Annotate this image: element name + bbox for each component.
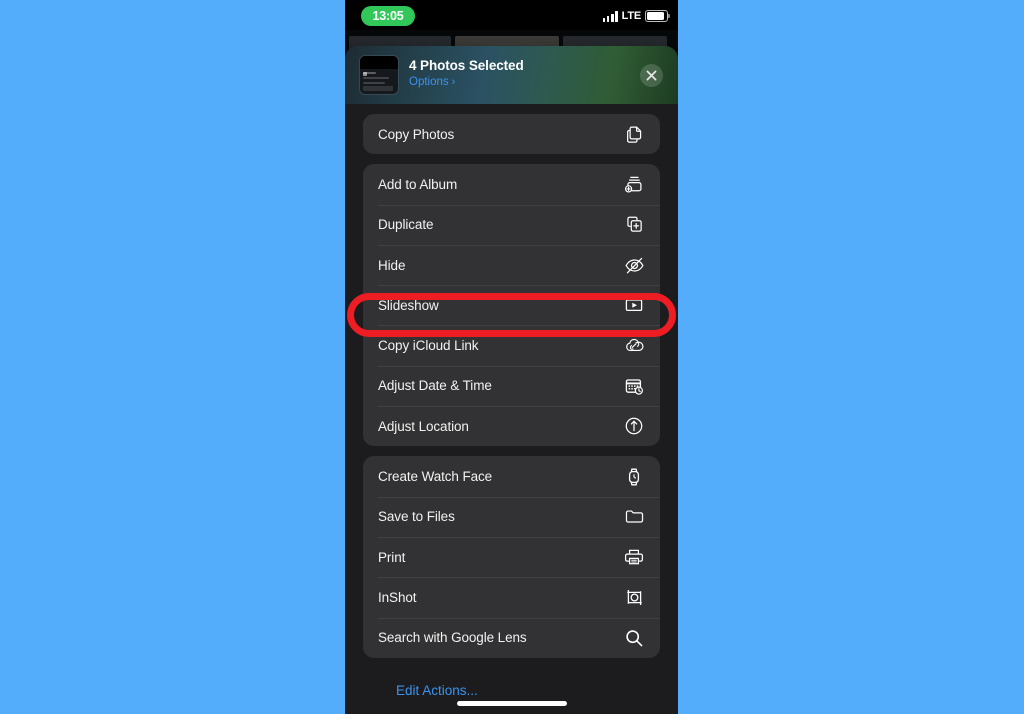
cellular-bars-icon: [602, 11, 618, 22]
action-row-duplicate[interactable]: Duplicate: [363, 204, 660, 245]
photo-thumbnail[interactable]: [360, 56, 398, 94]
action-row-copy-icloud-link[interactable]: Copy iCloud Link: [363, 325, 660, 365]
action-label: Hide: [378, 257, 406, 273]
calendar-clock-icon: [623, 375, 645, 397]
watch-icon: [623, 466, 645, 488]
phone-screen: 13:05 LTE 4 Photos Selected Options › Co…: [345, 0, 678, 714]
action-row-inshot[interactable]: InShot: [363, 577, 660, 617]
header-text-block: 4 Photos Selected Options ›: [409, 58, 524, 88]
close-icon: [646, 70, 657, 81]
status-indicators: LTE: [602, 8, 671, 24]
action-row-add-to-album[interactable]: Add to Album: [363, 164, 660, 204]
network-type-label: LTE: [621, 10, 642, 22]
action-row-adjust-date-time[interactable]: Adjust Date & Time: [363, 365, 660, 406]
action-label: Search with Google Lens: [378, 630, 527, 646]
duplicate-plus-icon: [623, 214, 645, 236]
action-row-adjust-location[interactable]: Adjust Location: [363, 406, 660, 446]
action-row-search-google-lens[interactable]: Search with Google Lens: [363, 617, 660, 658]
status-time-pill: 13:05: [361, 6, 415, 26]
magnifier-icon: [623, 627, 645, 649]
action-list: Copy Photos Add to Album Duplicate Hide …: [345, 104, 678, 700]
action-row-copy-photos[interactable]: Copy Photos: [363, 114, 660, 154]
action-row-slideshow[interactable]: Slideshow: [363, 285, 660, 325]
edit-actions-link[interactable]: Edit Actions...: [396, 683, 478, 698]
folder-icon: [623, 506, 645, 528]
close-button[interactable]: [640, 64, 663, 87]
cloud-link-icon: [623, 335, 645, 357]
share-sheet-header: 4 Photos Selected Options ›: [345, 46, 678, 104]
action-label: Copy Photos: [378, 126, 455, 142]
action-label: Slideshow: [378, 297, 439, 313]
action-label: Duplicate: [378, 217, 434, 233]
eye-slash-icon: [623, 254, 645, 276]
action-row-hide[interactable]: Hide: [363, 244, 660, 285]
action-group-apps: Create Watch Face Save to Files Print In…: [363, 456, 660, 658]
action-row-print[interactable]: Print: [363, 536, 660, 577]
battery-icon: [645, 10, 671, 22]
action-label: Create Watch Face: [378, 469, 493, 485]
action-row-save-to-files[interactable]: Save to Files: [363, 496, 660, 537]
action-label: Save to Files: [378, 509, 455, 525]
action-row-create-watch-face[interactable]: Create Watch Face: [363, 456, 660, 496]
share-sheet: 4 Photos Selected Options › Copy Photos: [345, 46, 678, 714]
action-label: Adjust Date & Time: [378, 378, 492, 394]
action-label: Print: [378, 549, 406, 565]
options-link[interactable]: Options ›: [409, 76, 524, 88]
options-label: Options: [409, 76, 449, 88]
action-label: Add to Album: [378, 176, 458, 192]
action-group-library: Add to Album Duplicate Hide Slideshow Co…: [363, 164, 660, 447]
home-indicator[interactable]: [456, 701, 567, 706]
play-rectangle-icon: [623, 294, 645, 316]
action-label: Adjust Location: [378, 418, 469, 434]
album-add-icon: [623, 173, 645, 195]
status-bar: 13:05 LTE: [345, 0, 678, 30]
chevron-right-icon: ›: [451, 75, 456, 88]
action-label: Copy iCloud Link: [378, 338, 479, 354]
selection-title: 4 Photos Selected: [409, 58, 524, 73]
location-arrow-circle-icon: [623, 415, 645, 437]
copy-documents-icon: [623, 123, 645, 145]
action-label: InShot: [378, 589, 417, 605]
inshot-app-icon: [623, 586, 645, 608]
printer-icon: [623, 546, 645, 568]
edit-actions-row: Edit Actions...: [363, 668, 660, 700]
action-group-copy: Copy Photos: [363, 114, 660, 155]
